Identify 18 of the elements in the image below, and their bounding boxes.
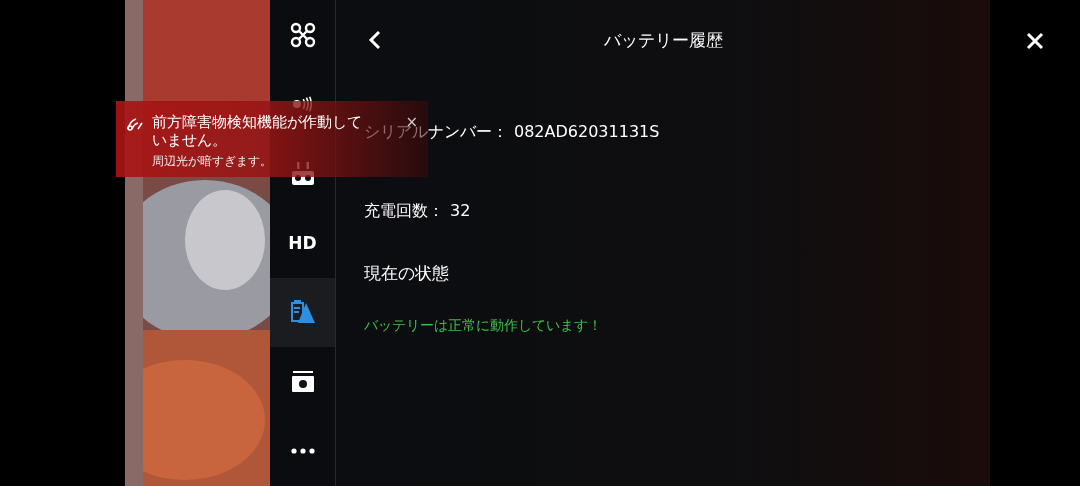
status-message: バッテリーは正常に動作しています！ (364, 317, 602, 335)
hd-label: HD (288, 233, 317, 253)
warning-icon (126, 117, 144, 131)
battery-icon (289, 300, 316, 325)
warning-detail: 周辺光が暗すぎます。 (152, 153, 273, 170)
more-icon (290, 448, 315, 455)
serial-number: 082AD62031131S (514, 122, 660, 143)
drone-icon (289, 21, 316, 48)
back-chevron-icon (368, 30, 382, 50)
charge-count-label: 充電回数： (364, 201, 444, 222)
charge-count-value: 32 (450, 201, 471, 222)
status-heading: 現在の状態 (364, 262, 449, 285)
close-icon (1026, 32, 1044, 50)
sidebar-tab[interactable]: HD (270, 233, 335, 253)
camera-icon (290, 370, 315, 393)
close-button[interactable] (1024, 30, 1046, 52)
warning-title: 前方障害物検知機能が作動していません。 (152, 113, 363, 149)
page-title: バッテリー履歴 (602, 28, 724, 52)
